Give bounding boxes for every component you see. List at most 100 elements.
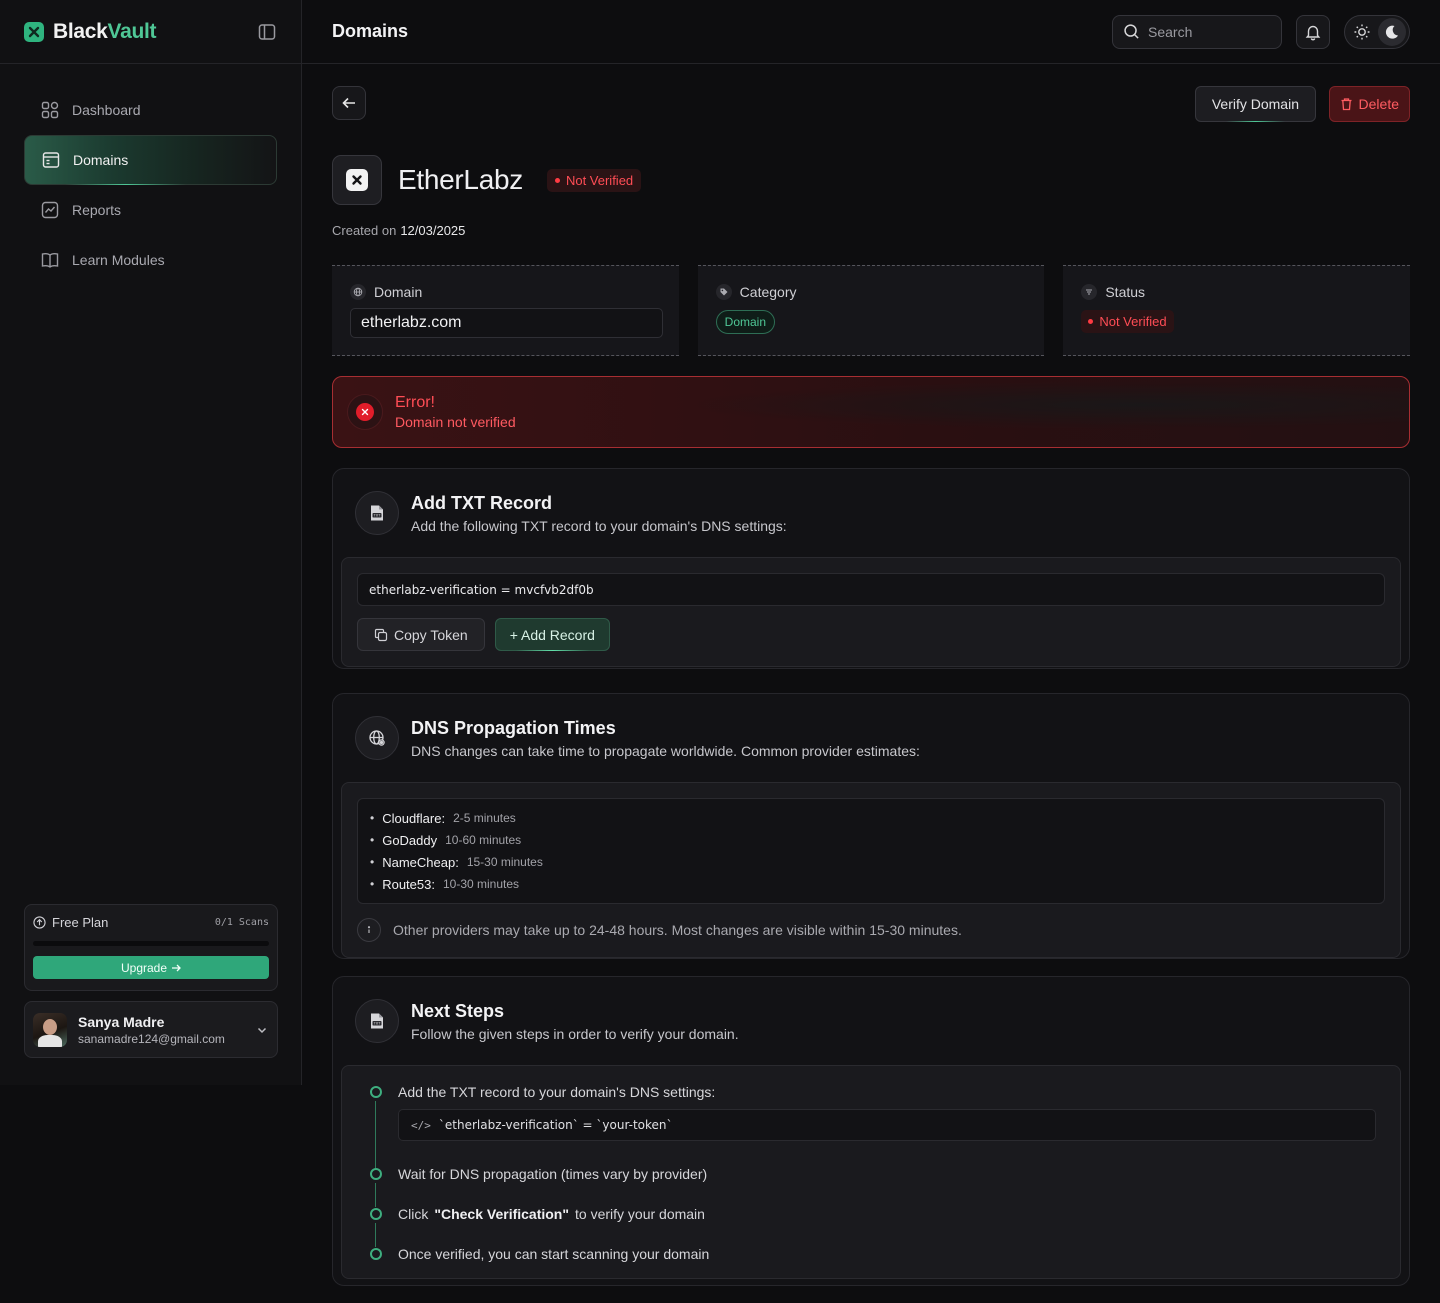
error-message: Domain not verified bbox=[395, 414, 516, 430]
step-node bbox=[370, 1248, 382, 1260]
browser-icon bbox=[41, 150, 61, 170]
error-alert: Error! Domain not verified bbox=[332, 376, 1410, 448]
avatar bbox=[33, 1012, 67, 1047]
svg-text:TXT: TXT bbox=[373, 1022, 382, 1026]
category-badge: Domain bbox=[715, 310, 776, 334]
provider-time: 10-60 minutes bbox=[445, 833, 522, 847]
category-info-label: Category bbox=[715, 284, 1029, 300]
verify-domain-button[interactable]: Verify Domain bbox=[1194, 86, 1316, 122]
dns-propagation-section: DNS Propagation Times DNS changes can ta… bbox=[332, 693, 1410, 959]
top-bar: Domains bbox=[302, 0, 1440, 64]
filter-icon bbox=[1081, 284, 1098, 300]
search-input[interactable] bbox=[1148, 23, 1258, 40]
delete-button[interactable]: Delete bbox=[1328, 86, 1410, 122]
copy-token-button[interactable]: Copy Token bbox=[357, 618, 485, 651]
main-content: Verify Domain Delete EtherLabz Not Verif… bbox=[332, 64, 1411, 1286]
dns-section-body: Cloudflare: 2-5 minutes GoDaddy 10-60 minu… bbox=[341, 782, 1401, 958]
add-record-button[interactable]: + Add Record bbox=[494, 618, 610, 651]
sidebar-item-dashboard[interactable]: Dashboard bbox=[24, 85, 277, 135]
sidebar-header: BlackVault bbox=[0, 0, 301, 64]
sun-icon[interactable] bbox=[1348, 18, 1376, 46]
info-cards: Domain etherlabz.com Category Domain Sta… bbox=[332, 265, 1411, 356]
sidebar-item-learn-modules[interactable]: Learn Modules bbox=[24, 235, 277, 285]
moon-icon[interactable] bbox=[1378, 17, 1406, 46]
user-menu[interactable]: Sanya Madre sanamadre124@gmail.com bbox=[24, 1001, 278, 1058]
list-item: NameCheap: 15-30 minutes bbox=[370, 851, 1372, 873]
info-icon bbox=[357, 918, 381, 942]
step-connector bbox=[375, 1101, 376, 1169]
arrow-right-icon bbox=[171, 963, 181, 973]
status-value-text: Not Verified bbox=[1099, 314, 1167, 329]
created-label: Created on bbox=[332, 223, 397, 238]
sidebar-item-label: Learn Modules bbox=[72, 252, 165, 268]
next-steps-section: TXT Next Steps Follow the given steps in… bbox=[332, 976, 1410, 1286]
sidebar-toggle-icon[interactable] bbox=[257, 22, 277, 42]
plan-header: Free Plan 0/1 Scans bbox=[33, 915, 269, 930]
step-text-emphasis: "Check Verification" bbox=[434, 1206, 569, 1222]
dns-section-header: DNS Propagation Times DNS changes can ta… bbox=[333, 694, 1409, 782]
status-label-text: Status bbox=[1105, 284, 1146, 300]
step-code-snippet: </> `etherlabz-verification` = `your-tok… bbox=[398, 1109, 1376, 1141]
plan-name: Free Plan bbox=[52, 915, 109, 930]
user-name: Sanya Madre bbox=[78, 1013, 165, 1030]
txt-section-body: etherlabz-verification = mvcfvb2df0b Cop… bbox=[341, 557, 1401, 667]
domain-info-card: Domain etherlabz.com bbox=[332, 265, 679, 356]
txt-section-header: TXT Add TXT Record Add the following TXT… bbox=[333, 469, 1409, 557]
domain-value: etherlabz.com bbox=[350, 308, 663, 338]
error-text: Error! Domain not verified bbox=[395, 394, 516, 430]
txt-section-heading: Add TXT Record Add the following TXT rec… bbox=[411, 493, 787, 534]
search-box[interactable] bbox=[1112, 14, 1282, 49]
back-button[interactable] bbox=[332, 86, 366, 120]
sidebar: BlackVault Dashboard Domains Reports Lea… bbox=[0, 0, 302, 1085]
step-node bbox=[370, 1086, 382, 1098]
tag-icon bbox=[715, 284, 732, 300]
plan-card: Free Plan 0/1 Scans Upgrade bbox=[24, 904, 278, 991]
propagation-note-text: Other providers may take up to 24-48 hou… bbox=[393, 922, 962, 938]
step-text: Once verified, you can start scanning yo… bbox=[398, 1246, 710, 1262]
step-text: Click "Check Verification" to verify your … bbox=[398, 1206, 1400, 1222]
created-value: 12/03/2025 bbox=[400, 223, 466, 238]
step-text: Add the TXT record to your domain's DNS … bbox=[398, 1084, 716, 1100]
chevron-down-icon[interactable] bbox=[255, 1023, 269, 1037]
domain-name-title: EtherLabz bbox=[398, 164, 523, 195]
provider-time: 2-5 minutes bbox=[453, 811, 516, 825]
sidebar-item-domains[interactable]: Domains bbox=[24, 135, 277, 185]
created-date: Created on 12/03/2025 bbox=[332, 223, 465, 238]
status-info-label: Status bbox=[1081, 284, 1394, 300]
top-bar-actions bbox=[1112, 14, 1410, 49]
status-dot bbox=[1088, 319, 1094, 324]
delete-label: Delete bbox=[1358, 96, 1399, 112]
plan-label: Free Plan bbox=[33, 915, 108, 930]
grid-icon bbox=[40, 100, 60, 120]
sidebar-nav: Dashboard Domains Reports Learn Modules bbox=[0, 64, 301, 285]
notifications-button[interactable] bbox=[1296, 14, 1330, 49]
globe-icon bbox=[350, 284, 366, 300]
txt-file-icon: TXT bbox=[355, 491, 399, 535]
step-node bbox=[370, 1208, 382, 1220]
status-info-card: Status Not Verified bbox=[1063, 265, 1411, 356]
provider-time: 15-30 minutes bbox=[466, 855, 543, 869]
step-text-post: to verify your domain bbox=[575, 1206, 705, 1222]
error-icon bbox=[347, 394, 383, 430]
step-text-pre: Click bbox=[398, 1206, 429, 1222]
steps-section-header: TXT Next Steps Follow the given steps in… bbox=[333, 977, 1409, 1065]
user-email: sanamadre124@gmail.com bbox=[78, 1031, 225, 1046]
steps-section-body: Add the TXT record to your domain's DNS … bbox=[341, 1065, 1401, 1279]
propagation-note: Other providers may take up to 24-48 hou… bbox=[342, 904, 1400, 957]
status-badge-text: Not Verified bbox=[565, 172, 634, 188]
provider-name: GoDaddy bbox=[382, 832, 438, 848]
globe-settings-icon bbox=[355, 716, 399, 760]
book-icon bbox=[40, 250, 60, 270]
brand[interactable]: BlackVault bbox=[24, 19, 157, 44]
brand-name: BlackVault bbox=[53, 19, 157, 43]
domain-info-label: Domain bbox=[350, 284, 663, 300]
sidebar-item-reports[interactable]: Reports bbox=[24, 185, 277, 235]
steps-list: Add the TXT record to your domain's DNS … bbox=[342, 1066, 1400, 1278]
token-field[interactable]: etherlabz-verification = mvcfvb2df0b bbox=[357, 573, 1385, 606]
steps-section-subtitle: Follow the given steps in order to verif… bbox=[411, 1025, 739, 1042]
domain-logo bbox=[332, 155, 382, 205]
upgrade-button[interactable]: Upgrade bbox=[33, 956, 269, 979]
dns-section-title: DNS Propagation Times bbox=[411, 717, 616, 738]
steps-section-heading: Next Steps Follow the given steps in ord… bbox=[411, 1001, 739, 1042]
theme-toggle[interactable] bbox=[1344, 14, 1410, 49]
